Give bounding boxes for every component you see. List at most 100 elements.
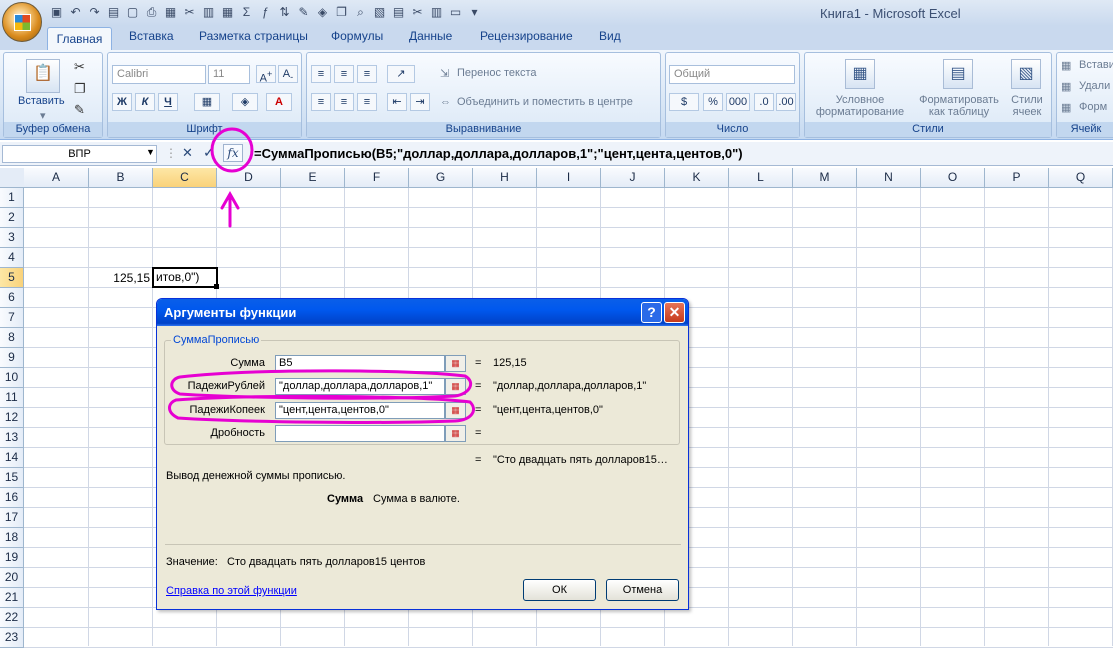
column-header-e[interactable]: E xyxy=(281,168,345,188)
tab-page-layout[interactable]: Разметка страницы xyxy=(199,29,308,43)
row-header-1[interactable]: 1 xyxy=(0,188,24,208)
row-header-8[interactable]: 8 xyxy=(0,328,24,348)
zoom-icon[interactable]: ⌕ xyxy=(352,4,369,21)
column-header-l[interactable]: L xyxy=(729,168,793,188)
column-header-d[interactable]: D xyxy=(217,168,281,188)
align-bottom-icon[interactable]: ≡ xyxy=(357,65,377,83)
delete-cells-icon[interactable]: ▦ xyxy=(1061,80,1071,93)
row-header-7[interactable]: 7 xyxy=(0,308,24,328)
decrease-font-icon[interactable]: A- xyxy=(278,65,298,83)
row-header-21[interactable]: 21 xyxy=(0,588,24,608)
border-icon[interactable]: ▥ xyxy=(200,4,217,21)
insert-cells-button[interactable]: Встави xyxy=(1079,59,1113,71)
row-header-23[interactable]: 23 xyxy=(0,628,24,648)
arg-input-summa[interactable]: B5 xyxy=(275,355,445,372)
currency-icon[interactable]: $ xyxy=(669,93,699,111)
row-header-22[interactable]: 22 xyxy=(0,608,24,628)
ok-button[interactable]: ОК xyxy=(523,579,596,601)
italic-button[interactable]: К xyxy=(135,93,155,111)
fill-color-icon[interactable]: ◈ xyxy=(232,93,258,111)
preview-icon[interactable]: ▦ xyxy=(162,4,179,21)
scissors-icon[interactable]: ✂ xyxy=(409,4,426,21)
row-header-19[interactable]: 19 xyxy=(0,548,24,568)
cancel-icon[interactable]: ✕ xyxy=(182,145,193,161)
row-header-5[interactable]: 5 xyxy=(0,268,24,288)
tab-formulas[interactable]: Формулы xyxy=(331,29,383,43)
row-header-17[interactable]: 17 xyxy=(0,508,24,528)
cell-c5-active[interactable]: итов,0") xyxy=(152,267,218,288)
edit-icon[interactable]: ✎ xyxy=(295,4,312,21)
column-header-o[interactable]: O xyxy=(921,168,985,188)
paste-button[interactable]: Вставить xyxy=(18,95,65,107)
cut-icon[interactable]: ✂ xyxy=(74,59,85,75)
row-header-10[interactable]: 10 xyxy=(0,368,24,388)
insert-function-icon[interactable]: fx xyxy=(223,144,243,162)
row-header-3[interactable]: 3 xyxy=(0,228,24,248)
font-name-combo[interactable]: Calibri xyxy=(112,65,206,84)
row-header-15[interactable]: 15 xyxy=(0,468,24,488)
copy-icon[interactable]: ❐ xyxy=(333,4,350,21)
row-header-11[interactable]: 11 xyxy=(0,388,24,408)
wrap-text-icon[interactable]: ⇲ xyxy=(440,67,449,80)
office-button[interactable] xyxy=(2,2,42,42)
column-header-p[interactable]: P xyxy=(985,168,1049,188)
decrease-decimal-icon[interactable]: .00 xyxy=(776,93,796,111)
align-center-icon[interactable]: ≡ xyxy=(334,93,354,111)
name-box[interactable]: ВПР xyxy=(2,145,157,163)
column-header-i[interactable]: I xyxy=(537,168,601,188)
undo-icon[interactable]: ↶ xyxy=(67,4,84,21)
close-icon[interactable]: ✕ xyxy=(664,302,685,323)
column-header-b[interactable]: B xyxy=(89,168,153,188)
print-icon[interactable]: ⎙ xyxy=(143,4,160,21)
font-size-combo[interactable]: 11 xyxy=(208,65,250,84)
column-header-j[interactable]: J xyxy=(601,168,665,188)
column-header-a[interactable]: A xyxy=(24,168,89,188)
sort-icon[interactable]: ⇅ xyxy=(276,4,293,21)
align-top-icon[interactable]: ≡ xyxy=(311,65,331,83)
underline-button[interactable]: Ч xyxy=(158,93,178,111)
orientation-icon[interactable]: ↗ xyxy=(387,65,415,83)
font-color-icon[interactable]: A xyxy=(266,93,292,111)
delete-cells-button[interactable]: Удали xyxy=(1079,80,1110,92)
paste-icon[interactable]: ▤ xyxy=(390,4,407,21)
format-as-table-icon[interactable]: ▤ xyxy=(943,59,973,89)
fill-handle[interactable] xyxy=(214,284,219,289)
column-header-g[interactable]: G xyxy=(409,168,473,188)
column-header-k[interactable]: K xyxy=(665,168,729,188)
insert-cells-icon[interactable]: ▦ xyxy=(1061,59,1071,72)
enter-icon[interactable]: ✓ xyxy=(203,144,215,161)
increase-indent-icon[interactable]: ⇥ xyxy=(410,93,430,111)
cell-b5[interactable]: 125,15 xyxy=(89,268,152,288)
arg-input-kop[interactable]: "цент,цента,центов,0" xyxy=(275,402,445,419)
customize-icon[interactable]: ▾ xyxy=(466,4,483,21)
align-right-icon[interactable]: ≡ xyxy=(357,93,377,111)
tab-view[interactable]: Вид xyxy=(599,29,621,43)
help-icon[interactable]: ? xyxy=(641,302,662,323)
row-header-2[interactable]: 2 xyxy=(0,208,24,228)
format-painter-icon[interactable]: ✎ xyxy=(74,102,85,118)
column-header-n[interactable]: N xyxy=(857,168,921,188)
collapse-dialog-icon[interactable]: ▦ xyxy=(445,355,466,372)
borders-icon[interactable]: ▦ xyxy=(194,93,220,111)
bold-button[interactable]: Ж xyxy=(112,93,132,111)
paste-icon[interactable]: 📋 xyxy=(26,59,60,93)
fill-icon[interactable]: ◈ xyxy=(314,4,331,21)
cell-styles-button[interactable]: Стили ячеек xyxy=(1007,94,1047,118)
arg-input-rub[interactable]: "доллар,доллара,долларов,1" xyxy=(275,378,445,395)
row-header-18[interactable]: 18 xyxy=(0,528,24,548)
open-icon[interactable]: ▤ xyxy=(105,4,122,21)
merge-icon[interactable]: ⇔ xyxy=(440,96,451,108)
format-cells-button[interactable]: Форм xyxy=(1079,101,1107,113)
column-header-m[interactable]: M xyxy=(793,168,857,188)
tab-data[interactable]: Данные xyxy=(409,29,452,43)
name-box-dropdown-icon[interactable]: ▼ xyxy=(146,147,155,157)
row-header-9[interactable]: 9 xyxy=(0,348,24,368)
increase-font-icon[interactable]: A+ xyxy=(256,65,276,85)
arg-input-drob[interactable] xyxy=(275,425,445,442)
merge-center-button[interactable]: Объединить и поместить в центре xyxy=(457,96,633,108)
format-cells-icon[interactable]: ▦ xyxy=(1061,101,1071,114)
column-header-h[interactable]: H xyxy=(473,168,537,188)
view-icon[interactable]: ▭ xyxy=(447,4,464,21)
formula-text[interactable]: =СуммаПрописью(B5;"доллар,доллара,доллар… xyxy=(254,146,743,161)
copy-icon[interactable]: ❐ xyxy=(74,81,86,97)
